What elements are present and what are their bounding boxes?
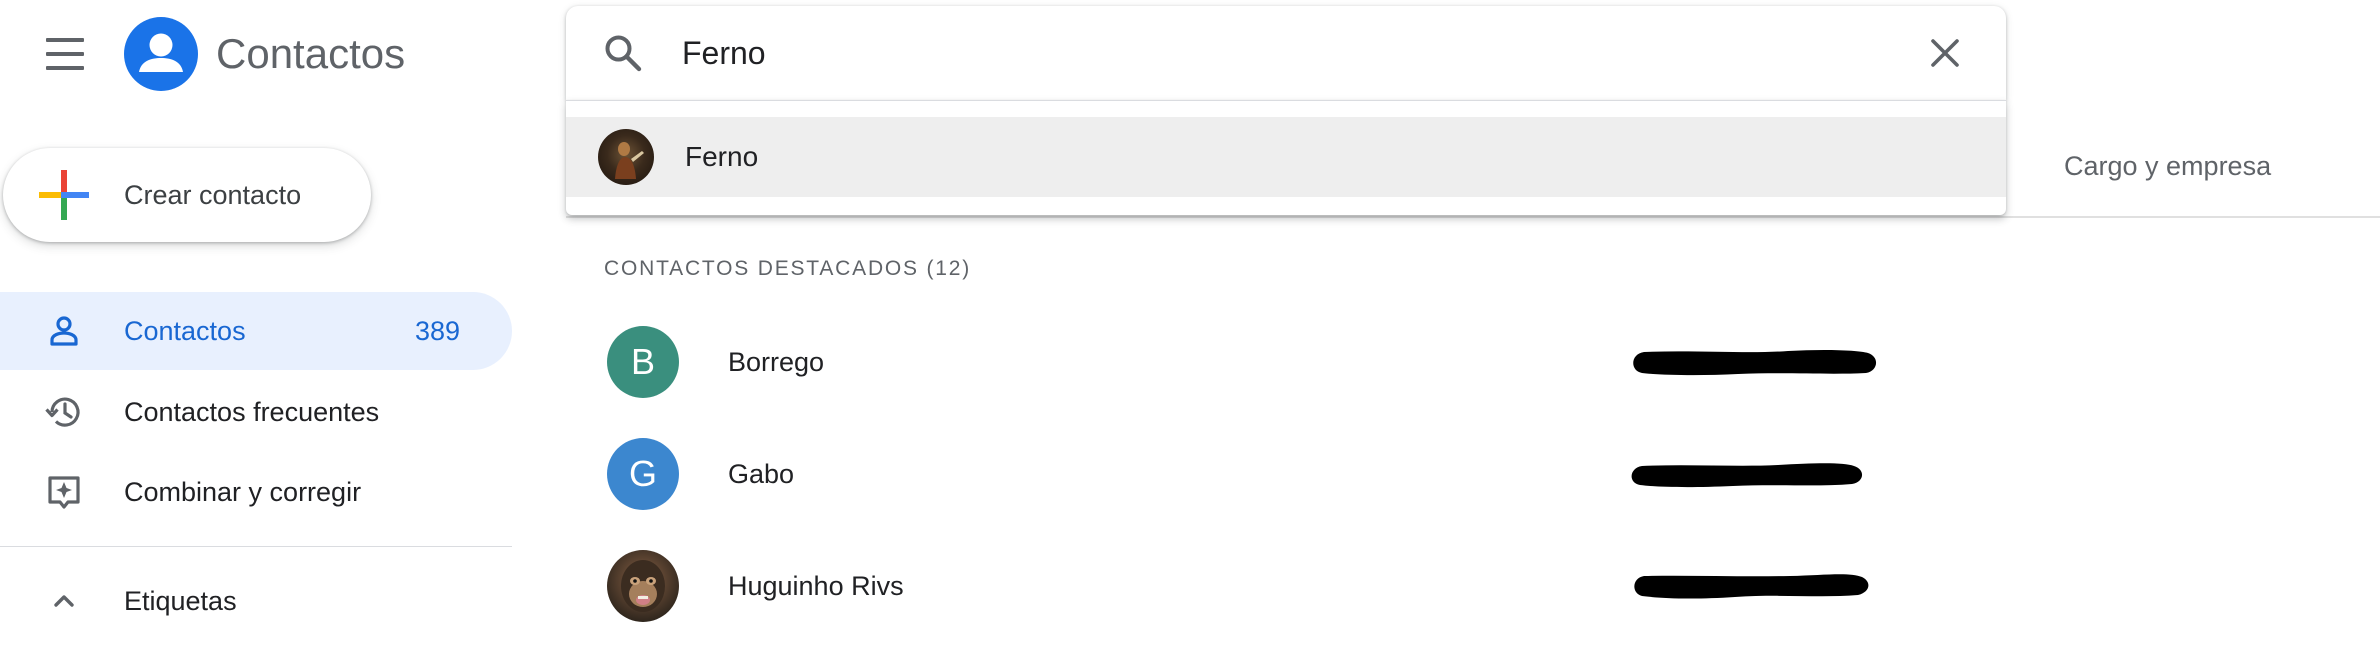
avatar-initial: G bbox=[628, 453, 657, 494]
chevron-up-icon bbox=[54, 595, 74, 607]
avatar-initial: B bbox=[630, 341, 655, 382]
sidebar-item-contacts[interactable]: Contactos 389 bbox=[0, 292, 512, 370]
create-contact-label: Crear contacto bbox=[124, 180, 302, 210]
starred-contacts-heading: CONTACTOS DESTACADOS (12) bbox=[604, 257, 972, 280]
sidebar-divider bbox=[0, 546, 512, 547]
app-title: Contactos bbox=[216, 30, 406, 77]
contact-name: Huguinho Rivs bbox=[728, 571, 904, 601]
suggestion-name: Ferno bbox=[685, 141, 759, 172]
column-header-job-company[interactable]: Cargo y empresa bbox=[2064, 148, 2271, 184]
main-menu-button[interactable] bbox=[34, 28, 94, 80]
redaction-mark bbox=[1633, 349, 1877, 376]
contact-name: Borrego bbox=[728, 347, 825, 377]
avatar: G bbox=[607, 438, 679, 510]
person-circle-icon bbox=[124, 17, 198, 91]
search-suggestions-dropdown: Ferno bbox=[566, 100, 2006, 215]
contact-row[interactable]: G Gabo bbox=[566, 418, 2380, 530]
history-icon bbox=[45, 397, 80, 427]
search-suggestion-item[interactable]: Ferno bbox=[566, 117, 2006, 197]
sidebar-item-frequent[interactable]: Contactos frecuentes bbox=[0, 373, 512, 451]
avatar bbox=[607, 550, 679, 622]
contact-name: Gabo bbox=[728, 459, 795, 489]
column-header-divider bbox=[566, 216, 2380, 218]
sidebar-item-label: Contactos frecuentes bbox=[124, 397, 380, 427]
close-icon[interactable] bbox=[1924, 32, 1966, 74]
sidebar-item-label: Combinar y corregir bbox=[124, 477, 362, 507]
google-colored-plus-icon bbox=[39, 170, 89, 220]
chimpanzee-photo bbox=[621, 560, 665, 612]
contact-photo bbox=[615, 142, 644, 179]
labels-section-title: Etiquetas bbox=[124, 586, 237, 616]
sidebar-item-merge-fix[interactable]: Combinar y corregir bbox=[0, 453, 512, 531]
search-icon[interactable] bbox=[602, 32, 644, 74]
search-input[interactable] bbox=[682, 24, 1862, 82]
labels-section-toggle[interactable]: Etiquetas bbox=[0, 562, 512, 640]
sidebar-item-label: Contactos bbox=[124, 316, 246, 346]
contact-row[interactable]: Huguinho Rivs bbox=[566, 530, 2380, 642]
redaction-mark bbox=[1634, 574, 1869, 599]
merge-sparkle-icon bbox=[48, 476, 80, 509]
person-outline-icon bbox=[50, 316, 78, 346]
avatar: B bbox=[607, 326, 679, 398]
avatar bbox=[598, 129, 654, 185]
contacts-count: 389 bbox=[414, 316, 460, 346]
search-bar bbox=[566, 6, 2006, 100]
create-contact-button[interactable]: Crear contacto bbox=[3, 148, 371, 242]
redaction-mark bbox=[1631, 463, 1863, 488]
contact-row[interactable]: B Borrego bbox=[566, 306, 2380, 418]
